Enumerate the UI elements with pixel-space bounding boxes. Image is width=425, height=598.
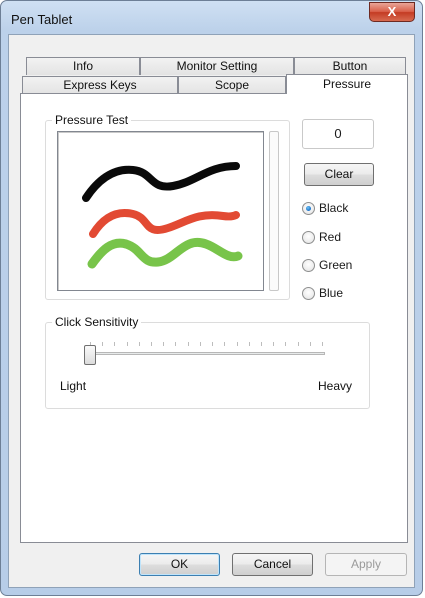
- pressure-level-meter: [269, 131, 279, 291]
- slider-tick: [199, 342, 201, 346]
- slider-tick: [297, 342, 299, 346]
- cancel-button[interactable]: Cancel: [232, 553, 313, 576]
- slider-tick: [175, 342, 177, 346]
- pressure-value-display: 0: [302, 119, 374, 149]
- slider-tick: [248, 342, 250, 346]
- tab-scope[interactable]: Scope: [178, 76, 286, 94]
- tab-monitor-setting[interactable]: Monitor Setting: [140, 57, 294, 75]
- window-title: Pen Tablet: [11, 12, 73, 27]
- radio-button-red[interactable]: [302, 231, 315, 244]
- click-sensitivity-group: Click Sensitivity: [45, 315, 370, 409]
- pressure-test-canvas[interactable]: [57, 131, 264, 291]
- slider-tick: [309, 342, 311, 346]
- ok-button[interactable]: OK: [139, 553, 220, 576]
- green-pen-stroke: [87, 237, 243, 269]
- tab-pressure[interactable]: Pressure: [286, 74, 408, 94]
- radio-label-green: Green: [319, 258, 353, 272]
- radio-button-black[interactable]: [302, 202, 315, 215]
- slider-tick: [224, 342, 226, 346]
- radio-button-blue[interactable]: [302, 287, 315, 300]
- slider-tick: [138, 342, 140, 346]
- slider-tick: [322, 342, 323, 346]
- clear-button[interactable]: Clear: [304, 163, 374, 186]
- close-icon: X: [387, 4, 397, 19]
- tab-info[interactable]: Info: [26, 57, 140, 75]
- sensitivity-slider-thumb[interactable]: [84, 345, 96, 365]
- slider-tick: [260, 342, 262, 346]
- pressure-test-label: Pressure Test: [52, 113, 132, 127]
- slider-max-label: Heavy: [318, 379, 353, 393]
- slider-tick: [126, 342, 128, 346]
- slider-tick: [236, 342, 238, 346]
- slider-tick: [114, 342, 116, 346]
- slider-min-label: Light: [60, 379, 87, 393]
- sensitivity-slider-track[interactable]: [88, 352, 325, 355]
- click-sensitivity-label: Click Sensitivity: [52, 315, 142, 329]
- radio-label-red: Red: [319, 230, 342, 244]
- slider-tick: [102, 342, 104, 346]
- slider-tick: [212, 342, 214, 346]
- slider-tick: [163, 342, 165, 346]
- red-pen-stroke: [89, 209, 240, 238]
- title-bar[interactable]: Pen Tablet X: [1, 1, 422, 35]
- radio-button-green[interactable]: [302, 259, 315, 272]
- slider-tick: [187, 342, 189, 346]
- pen-strokes-drawing: [82, 162, 243, 269]
- apply-button[interactable]: Apply: [325, 553, 407, 576]
- slider-tick: [151, 342, 153, 346]
- radio-label-black: Black: [319, 201, 349, 215]
- slider-tick: [273, 342, 275, 346]
- radio-label-blue: Blue: [319, 286, 344, 300]
- tab-express-keys[interactable]: Express Keys: [22, 76, 178, 94]
- slider-tick: [285, 342, 287, 346]
- close-button[interactable]: X: [369, 2, 415, 22]
- tab-button[interactable]: Button: [294, 57, 406, 75]
- black-pen-stroke: [82, 162, 240, 202]
